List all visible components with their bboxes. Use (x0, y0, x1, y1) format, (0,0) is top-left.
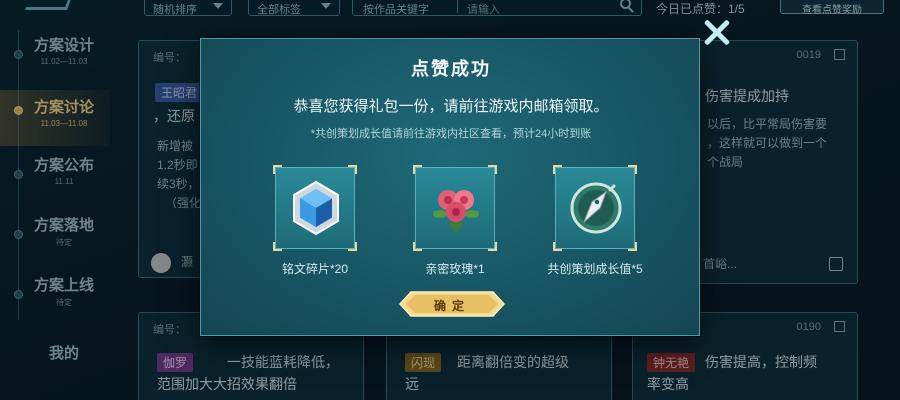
modal-title: 点赞成功 (411, 59, 491, 79)
modal-note: *共创策划成长值请前往游戏内社区查看，预计24小时到账 (310, 128, 592, 140)
reward-icon-frame (553, 165, 637, 251)
rose-bouquet-icon (433, 190, 479, 234)
close-icon[interactable] (700, 16, 734, 50)
confirm-button[interactable]: 确定 (399, 291, 505, 317)
reward-item: 铭文碎片*20 (255, 165, 375, 287)
reward-item: 共创策划成长值*5 (535, 165, 655, 287)
fountain-pen-icon (570, 182, 622, 234)
reward-icon-frame (413, 165, 497, 251)
reward-icon-frame (273, 165, 357, 251)
crystal-hexagon-icon (293, 180, 339, 236)
reward-label: 亲密玫瑰*1 (425, 262, 485, 276)
like-success-modal: 点赞成功 恭喜您获得礼包一份，请前往游戏内邮箱领取。 *共创策划成长值请前往游戏… (200, 38, 700, 336)
confirm-button-label: 确定 (433, 299, 470, 313)
reward-item: 亲密玫瑰*1 (395, 165, 515, 287)
reward-label: 铭文碎片*20 (281, 262, 349, 276)
reward-label: 共创策划成长值*5 (547, 262, 643, 276)
modal-message: 恭喜您获得礼包一份，请前往游戏内邮箱领取。 (293, 98, 609, 115)
